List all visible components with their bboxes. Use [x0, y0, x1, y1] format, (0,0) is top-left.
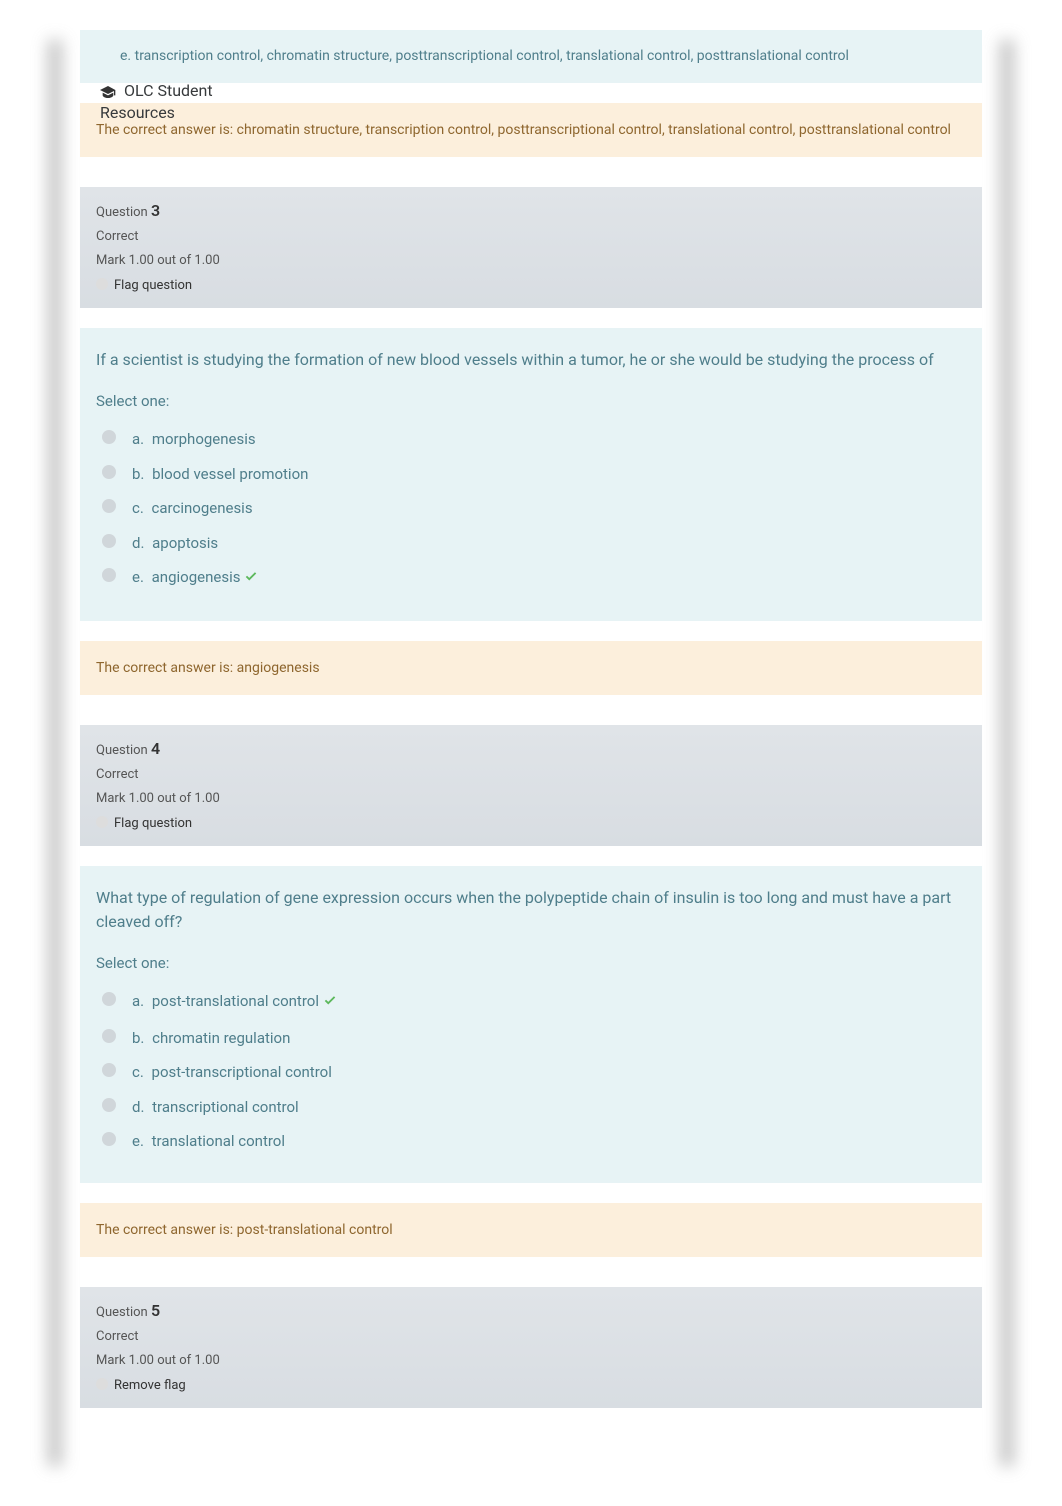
- answer-option[interactable]: b. blood vessel promotion: [96, 457, 966, 492]
- answer-option[interactable]: d. apoptosis: [96, 526, 966, 561]
- option-text: post-transcriptional control: [152, 1063, 332, 1081]
- option-text: morphogenesis: [152, 430, 256, 448]
- radio-icon: [102, 992, 116, 1006]
- flag-question-link[interactable]: Flag question: [96, 276, 966, 296]
- answer-option[interactable]: c. post-transcriptional control: [96, 1055, 966, 1090]
- answer-option[interactable]: a. post-translational control: [96, 984, 966, 1021]
- feedback-answer: post-translational control: [237, 1222, 393, 1238]
- option-text: angiogenesis: [152, 568, 241, 586]
- check-icon: [323, 992, 337, 1015]
- option-letter: e.: [120, 48, 131, 64]
- q3-info: Question 3 Correct Mark 1.00 out of 1.00…: [80, 187, 982, 308]
- option-text: blood vessel promotion: [152, 465, 308, 483]
- answer-option[interactable]: d. transcriptional control: [96, 1090, 966, 1125]
- q3-feedback: The correct answer is: angiogenesis: [80, 641, 982, 695]
- q2-option-e[interactable]: e. transcription control, chromatin stru…: [80, 30, 982, 83]
- option-letter: a.: [132, 430, 148, 448]
- answer-option[interactable]: e. translational control: [96, 1124, 966, 1159]
- radio-icon: [102, 1132, 116, 1146]
- flag-question-link[interactable]: Flag question: [96, 814, 966, 834]
- q4-body: What type of regulation of gene expressi…: [80, 866, 982, 1183]
- q-label: Question: [96, 205, 148, 220]
- flag-icon: [96, 816, 108, 828]
- flag-label: Remove flag: [114, 1378, 186, 1393]
- feedback-prefix: The correct answer is:: [96, 660, 237, 676]
- radio-icon: [102, 1029, 116, 1043]
- flag-label: Flag question: [114, 816, 192, 831]
- radio-icon: [102, 499, 116, 513]
- option-text: apoptosis: [152, 534, 218, 552]
- q-grade: Correct: [96, 227, 966, 247]
- feedback-answer: chromatin structure, transcription contr…: [237, 122, 951, 138]
- q-mark: Mark 1.00 out of 1.00: [96, 251, 966, 271]
- radio-icon: [102, 568, 116, 582]
- option-letter: d.: [132, 1098, 148, 1116]
- q-grade: Correct: [96, 765, 966, 785]
- flag-icon: [96, 1378, 108, 1390]
- q3-options: a. morphogenesisb. blood vessel promotio…: [96, 422, 966, 597]
- q-label: Question: [96, 1305, 148, 1320]
- q4-stem: What type of regulation of gene expressi…: [96, 886, 966, 934]
- option-letter: d.: [132, 534, 148, 552]
- q3-stem: If a scientist is studying the formation…: [96, 348, 966, 372]
- q-number: 5: [151, 1301, 160, 1320]
- radio-icon: [102, 1098, 116, 1112]
- q3-body: If a scientist is studying the formation…: [80, 328, 982, 621]
- olc-label-2: Resources: [100, 103, 175, 122]
- option-letter: e.: [132, 1132, 148, 1150]
- answer-option[interactable]: a. morphogenesis: [96, 422, 966, 457]
- radio-icon: [102, 1063, 116, 1077]
- option-text: translational control: [152, 1132, 285, 1150]
- remove-flag-link[interactable]: Remove flag: [96, 1376, 966, 1396]
- feedback-answer: angiogenesis: [237, 660, 320, 676]
- option-letter: e.: [132, 568, 148, 586]
- q-number: 4: [151, 739, 160, 758]
- option-letter: c.: [132, 1063, 148, 1081]
- answer-option[interactable]: e. angiogenesis: [96, 560, 966, 597]
- select-one-label: Select one:: [96, 390, 966, 413]
- feedback-prefix: The correct answer is:: [96, 1222, 237, 1238]
- q4-info: Question 4 Correct Mark 1.00 out of 1.00…: [80, 725, 982, 846]
- q-mark: Mark 1.00 out of 1.00: [96, 789, 966, 809]
- q4-feedback: The correct answer is: post-translationa…: [80, 1203, 982, 1257]
- flag-icon: [96, 278, 108, 290]
- q-grade: Correct: [96, 1327, 966, 1347]
- answer-option[interactable]: b. chromatin regulation: [96, 1021, 966, 1056]
- q-mark: Mark 1.00 out of 1.00: [96, 1351, 966, 1371]
- q4-options: a. post-translational controlb. chromati…: [96, 984, 966, 1159]
- flag-label: Flag question: [114, 278, 192, 293]
- option-letter: b.: [132, 465, 148, 483]
- option-text: post-translational control: [152, 992, 319, 1010]
- radio-icon: [102, 430, 116, 444]
- q-label: Question: [96, 743, 148, 758]
- option-text: carcinogenesis: [152, 499, 253, 517]
- option-letter: b.: [132, 1029, 148, 1047]
- olc-student-resources-link[interactable]: OLC Student Resources: [100, 80, 280, 125]
- select-one-label: Select one:: [96, 952, 966, 975]
- q5-info: Question 5 Correct Mark 1.00 out of 1.00…: [80, 1287, 982, 1408]
- option-text: transcription control, chromatin structu…: [135, 48, 849, 64]
- radio-icon: [102, 534, 116, 548]
- option-letter: c.: [132, 499, 148, 517]
- q-number: 3: [151, 201, 160, 220]
- radio-icon: [102, 465, 116, 479]
- check-icon: [244, 568, 258, 591]
- option-text: chromatin regulation: [152, 1029, 290, 1047]
- answer-option[interactable]: c. carcinogenesis: [96, 491, 966, 526]
- graduation-cap-icon: [100, 81, 124, 100]
- option-text: transcriptional control: [152, 1098, 299, 1116]
- olc-label-1: OLC Student: [124, 81, 213, 100]
- option-letter: a.: [132, 992, 148, 1010]
